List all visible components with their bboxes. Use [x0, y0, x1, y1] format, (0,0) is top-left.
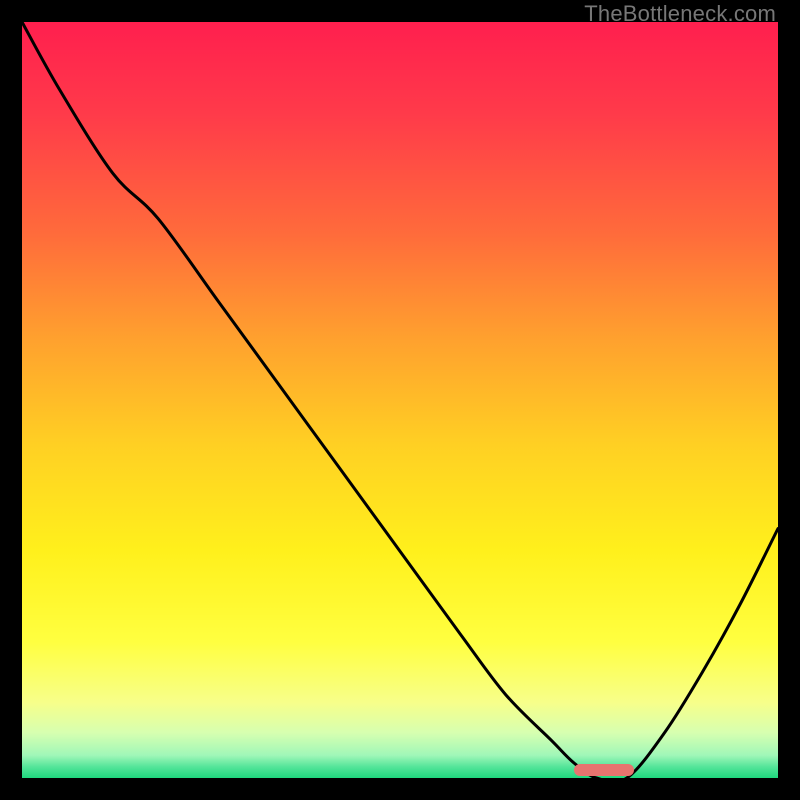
bottleneck-gradient: [22, 22, 778, 778]
plot-frame: [22, 22, 778, 778]
optimum-marker: [574, 764, 634, 776]
watermark-text: TheBottleneck.com: [584, 1, 776, 27]
